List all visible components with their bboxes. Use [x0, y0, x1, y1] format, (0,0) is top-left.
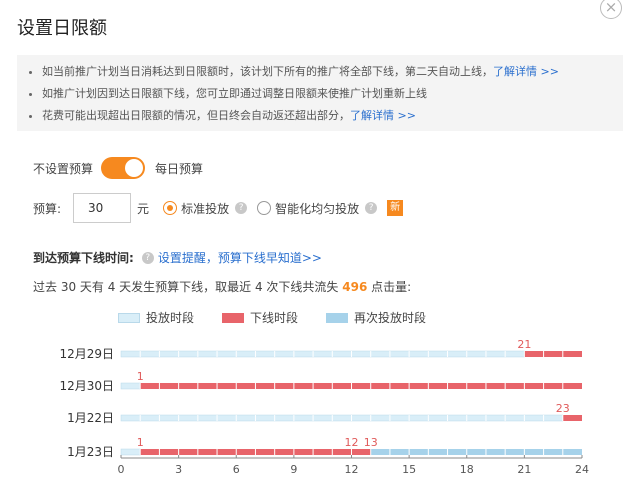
- day-label: 1月22日: [67, 411, 114, 425]
- budget-row: 预算: 元 标准投放 ? 智能化均匀投放 ? 新: [33, 193, 404, 223]
- budget-toggle[interactable]: [101, 157, 146, 179]
- legend-swatch: [118, 312, 140, 323]
- timeline-segment: [524, 351, 582, 357]
- summary-prefix: 过去 30 天有 4 天发生预算下线，取最近 4 次下线共流失: [33, 280, 343, 294]
- x-tick-label: 0: [118, 463, 125, 476]
- x-tick-label: 24: [575, 463, 589, 476]
- offline-summary: 过去 30 天有 4 天发生预算下线，取最近 4 次下线共流失 496 点击量:: [33, 278, 411, 295]
- help-icon[interactable]: ?: [235, 202, 248, 214]
- offline-timeline-chart: 12月29日 21 12月30日 1 1月22日 23 1月23日 1 12 13 0 3 6 9 12 15…: [59, 338, 589, 476]
- timeline-segment: [370, 449, 582, 455]
- timeline-segment: [120, 382, 141, 390]
- new-badge: 新: [387, 200, 404, 216]
- segment-label: 23: [556, 402, 570, 415]
- timeline-segment: [120, 414, 564, 422]
- x-tick-label: 12: [345, 463, 359, 476]
- learn-more-link[interactable]: 了解详情 >>: [350, 109, 416, 122]
- budget-label: 预算:: [33, 201, 62, 216]
- legend-label: 投放时段: [146, 311, 195, 325]
- x-tick-label: 21: [517, 463, 531, 476]
- x-tick-label: 18: [460, 463, 474, 476]
- help-icon[interactable]: ?: [141, 251, 154, 264]
- segment-label: 1: [137, 370, 144, 383]
- legend-swatch: [326, 312, 349, 323]
- segment-label: 12: [345, 436, 359, 449]
- daily-budget-dialog: 设置日限额 × 如当前推广计划当日消耗达到日限额时，该计划下所有的推广将全部下线…: [0, 0, 640, 499]
- segment-label: 13: [364, 436, 378, 449]
- smart-delivery-label: 智能化均匀投放: [275, 201, 360, 216]
- x-tick-label: 9: [290, 463, 297, 476]
- standard-delivery-radio[interactable]: [163, 201, 178, 215]
- no-budget-label: 不设置预算: [33, 161, 94, 176]
- timeline-segment: [120, 448, 141, 456]
- legend-label: 下线时段: [250, 311, 299, 325]
- budget-unit: 元: [137, 201, 150, 216]
- standard-delivery-label: 标准投放: [181, 201, 230, 216]
- reminder-link[interactable]: 设置提醒，预算下线早知道>>: [158, 249, 322, 266]
- budget-input[interactable]: [73, 193, 132, 223]
- day-label: 1月23日: [67, 445, 114, 459]
- notice-item: 如推广计划因到达日限额下线，您可立即通过调整日限额来使推广计划重新上线: [27, 83, 623, 105]
- x-tick-label: 3: [175, 463, 182, 476]
- learn-more-link[interactable]: 了解详情 >>: [493, 65, 559, 78]
- legend-online: 投放时段: [118, 309, 194, 326]
- notice-text: 如推广计划因到达日限额下线，您可立即通过调整日限额来使推广计划重新上线: [42, 87, 427, 100]
- offline-time-row: 到达预算下线时间: ? 设置提醒，预算下线早知道>>: [33, 249, 322, 266]
- x-tick-label: 6: [233, 463, 240, 476]
- segment-label: 21: [517, 338, 531, 351]
- x-tick-label: 15: [402, 463, 416, 476]
- timeline-segment: [120, 350, 525, 358]
- notice-item: 如当前推广计划当日消耗达到日限额时，该计划下所有的推广将全部下线，第二天自动上线…: [27, 61, 623, 83]
- notice-box: 如当前推广计划当日消耗达到日限额时，该计划下所有的推广将全部下线，第二天自动上线…: [17, 55, 623, 131]
- lost-clicks: 496: [342, 280, 368, 294]
- legend-swatch: [222, 312, 245, 323]
- legend-label: 再次投放时段: [354, 311, 427, 325]
- notice-text: 如当前推广计划当日消耗达到日限额时，该计划下所有的推广将全部下线，第二天自动上线…: [42, 65, 493, 78]
- help-icon[interactable]: ?: [365, 202, 378, 214]
- day-label: 12月29日: [59, 347, 114, 361]
- offline-time-label: 到达预算下线时间:: [33, 251, 134, 265]
- toggle-knob: [125, 159, 144, 177]
- summary-suffix: 点击量:: [367, 280, 412, 294]
- budget-mode-row: 不设置预算 每日预算: [33, 157, 203, 179]
- legend-reonline: 再次投放时段: [326, 309, 426, 326]
- daily-budget-label: 每日预算: [155, 161, 204, 176]
- timeline-segment: [140, 449, 352, 455]
- notice-text: 花费可能出现超出日限额的情况，但日终会自动返还超出部分，: [42, 109, 350, 122]
- notice-item: 花费可能出现超出日限额的情况，但日终会自动返还超出部分，了解详情 >>: [27, 105, 623, 127]
- dialog-title: 设置日限额: [17, 18, 107, 39]
- legend-offline: 下线时段: [222, 309, 298, 326]
- day-label: 12月30日: [59, 379, 114, 393]
- close-icon[interactable]: ×: [600, 0, 622, 19]
- segment-label: 1: [137, 436, 144, 449]
- smart-delivery-radio[interactable]: [257, 201, 272, 215]
- timeline-segment: [562, 415, 582, 421]
- timeline-segment: [140, 383, 583, 389]
- timeline-segment: [351, 449, 371, 455]
- chart-legend: 投放时段 下线时段 再次投放时段: [118, 309, 454, 326]
